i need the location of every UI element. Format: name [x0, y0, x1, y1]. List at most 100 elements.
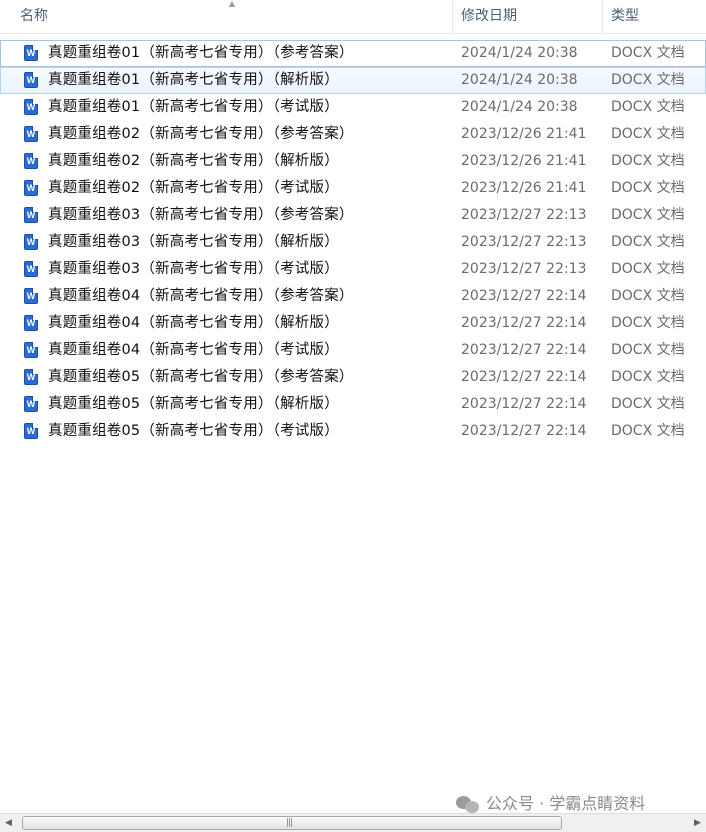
- file-type: DOCX 文档: [611, 180, 685, 196]
- word-document-icon: W: [24, 99, 38, 115]
- file-name: 真题重组卷03（新高考七省专用）（参考答案）: [48, 207, 354, 223]
- scroll-left-arrow-icon[interactable]: ◀: [0, 814, 17, 832]
- file-type: DOCX 文档: [611, 72, 685, 88]
- word-document-glyph: W: [26, 75, 36, 85]
- column-header-date[interactable]: 修改日期: [452, 0, 602, 33]
- file-row[interactable]: W 真题重组卷05（新高考七省专用）（参考答案） 2023/12/27 22:14 D…: [0, 364, 706, 391]
- wechat-icon: [456, 795, 480, 814]
- watermark: 公众号 · 学霸点睛资料: [456, 793, 645, 815]
- file-modified-date: 2023/12/27 22:14: [461, 342, 587, 358]
- file-name: 真题重组卷01（新高考七省专用）（参考答案）: [48, 45, 354, 61]
- file-row[interactable]: W 真题重组卷03（新高考七省专用）（考试版） 2023/12/27 22:13 DO…: [0, 256, 706, 283]
- word-document-glyph: W: [26, 210, 36, 220]
- word-document-icon: W: [24, 234, 38, 250]
- word-document-icon: W: [24, 153, 38, 169]
- word-document-glyph: W: [26, 183, 36, 193]
- file-row[interactable]: W 真题重组卷01（新高考七省专用）（考试版） 2024/1/24 20:38 DOC…: [0, 94, 706, 121]
- file-row[interactable]: W 真题重组卷02（新高考七省专用）（解析版） 2023/12/26 21:41 DO…: [0, 148, 706, 175]
- file-type: DOCX 文档: [611, 369, 685, 385]
- file-row[interactable]: W 真题重组卷02（新高考七省专用）（考试版） 2023/12/26 21:41 DO…: [0, 175, 706, 202]
- file-name: 真题重组卷05（新高考七省专用）（考试版）: [48, 423, 339, 439]
- word-document-glyph: W: [26, 426, 36, 436]
- word-document-glyph: W: [26, 372, 36, 382]
- file-row[interactable]: W 真题重组卷04（新高考七省专用）（考试版） 2023/12/27 22:14 DO…: [0, 337, 706, 364]
- word-document-icon: W: [24, 126, 38, 142]
- file-row[interactable]: W 真题重组卷04（新高考七省专用）（解析版） 2023/12/27 22:14 DO…: [0, 310, 706, 337]
- file-name: 真题重组卷03（新高考七省专用）（解析版）: [48, 234, 339, 250]
- scroll-right-arrow-icon[interactable]: ▶: [689, 814, 706, 832]
- file-name: 真题重组卷04（新高考七省专用）（参考答案）: [48, 288, 354, 304]
- word-document-icon: W: [24, 207, 38, 223]
- file-type: DOCX 文档: [611, 45, 685, 61]
- file-name: 真题重组卷05（新高考七省专用）（解析版）: [48, 396, 339, 412]
- word-document-glyph: W: [26, 102, 36, 112]
- word-document-icon: W: [24, 72, 38, 88]
- file-name: 真题重组卷02（新高考七省专用）（考试版）: [48, 180, 339, 196]
- file-type: DOCX 文档: [611, 396, 685, 412]
- file-name: 真题重组卷05（新高考七省专用）（参考答案）: [48, 369, 354, 385]
- file-row[interactable]: W 真题重组卷01（新高考七省专用）（参考答案） 2024/1/24 20:38 DO…: [0, 40, 706, 67]
- word-document-glyph: W: [26, 264, 36, 274]
- column-header-name[interactable]: 名称: [12, 0, 452, 33]
- file-row[interactable]: W 真题重组卷04（新高考七省专用）（参考答案） 2023/12/27 22:14 D…: [0, 283, 706, 310]
- file-type: DOCX 文档: [611, 207, 685, 223]
- file-modified-date: 2024/1/24 20:38: [461, 72, 578, 88]
- file-type: DOCX 文档: [611, 315, 685, 331]
- file-row[interactable]: W 真题重组卷05（新高考七省专用）（考试版） 2023/12/27 22:14 DO…: [0, 418, 706, 445]
- file-name: 真题重组卷02（新高考七省专用）（解析版）: [48, 153, 339, 169]
- file-modified-date: 2023/12/27 22:14: [461, 315, 587, 331]
- word-document-glyph: W: [26, 129, 36, 139]
- file-row[interactable]: W 真题重组卷03（新高考七省专用）（解析版） 2023/12/27 22:13 DO…: [0, 229, 706, 256]
- file-name: 真题重组卷04（新高考七省专用）（解析版）: [48, 315, 339, 331]
- file-row[interactable]: W 真题重组卷01（新高考七省专用）（解析版） 2024/1/24 20:38 DOC…: [0, 67, 706, 94]
- file-type: DOCX 文档: [611, 126, 685, 142]
- file-modified-date: 2023/12/27 22:14: [461, 396, 587, 412]
- column-header-type[interactable]: 类型: [602, 0, 706, 33]
- file-type: DOCX 文档: [611, 423, 685, 439]
- file-type: DOCX 文档: [611, 153, 685, 169]
- column-header-bar: ▲ 名称 修改日期 类型: [0, 0, 706, 34]
- file-type: DOCX 文档: [611, 288, 685, 304]
- word-document-icon: W: [24, 288, 38, 304]
- word-document-glyph: W: [26, 291, 36, 301]
- watermark-text: 公众号 · 学霸点睛资料: [486, 794, 646, 813]
- file-row[interactable]: W 真题重组卷03（新高考七省专用）（参考答案） 2023/12/27 22:13 D…: [0, 202, 706, 229]
- file-modified-date: 2023/12/27 22:14: [461, 288, 587, 304]
- file-modified-date: 2024/1/24 20:38: [461, 45, 578, 61]
- scrollbar-thumb[interactable]: |||: [22, 816, 562, 830]
- file-type: DOCX 文档: [611, 342, 685, 358]
- file-name: 真题重组卷03（新高考七省专用）（考试版）: [48, 261, 339, 277]
- file-modified-date: 2023/12/27 22:13: [461, 261, 587, 277]
- word-document-glyph: W: [26, 48, 36, 58]
- scrollbar-grip-icon: |||: [286, 818, 293, 828]
- file-modified-date: 2023/12/27 22:13: [461, 234, 587, 250]
- horizontal-scrollbar[interactable]: ◀ ||| ▶: [0, 813, 706, 832]
- file-name: 真题重组卷02（新高考七省专用）（参考答案）: [48, 126, 354, 142]
- file-type: DOCX 文档: [611, 234, 685, 250]
- word-document-icon: W: [24, 396, 38, 412]
- word-document-icon: W: [24, 342, 38, 358]
- word-document-glyph: W: [26, 399, 36, 409]
- file-list: W 真题重组卷01（新高考七省专用）（参考答案） 2024/1/24 20:38 DO…: [0, 40, 706, 445]
- file-modified-date: 2023/12/27 22:13: [461, 207, 587, 223]
- word-document-icon: W: [24, 261, 38, 277]
- word-document-icon: W: [24, 423, 38, 439]
- word-document-glyph: W: [26, 237, 36, 247]
- file-modified-date: 2023/12/26 21:41: [461, 126, 587, 142]
- file-modified-date: 2023/12/26 21:41: [461, 180, 587, 196]
- word-document-icon: W: [24, 45, 38, 61]
- file-type: DOCX 文档: [611, 99, 685, 115]
- file-name: 真题重组卷04（新高考七省专用）（考试版）: [48, 342, 339, 358]
- file-modified-date: 2023/12/27 22:14: [461, 423, 587, 439]
- file-name: 真题重组卷01（新高考七省专用）（解析版）: [48, 72, 339, 88]
- word-document-icon: W: [24, 315, 38, 331]
- word-document-glyph: W: [26, 345, 36, 355]
- file-name: 真题重组卷01（新高考七省专用）（考试版）: [48, 99, 339, 115]
- word-document-icon: W: [24, 369, 38, 385]
- file-type: DOCX 文档: [611, 261, 685, 277]
- file-row[interactable]: W 真题重组卷05（新高考七省专用）（解析版） 2023/12/27 22:14 DO…: [0, 391, 706, 418]
- file-row[interactable]: W 真题重组卷02（新高考七省专用）（参考答案） 2023/12/26 21:41 D…: [0, 121, 706, 148]
- file-modified-date: 2024/1/24 20:38: [461, 99, 578, 115]
- word-document-icon: W: [24, 180, 38, 196]
- word-document-glyph: W: [26, 318, 36, 328]
